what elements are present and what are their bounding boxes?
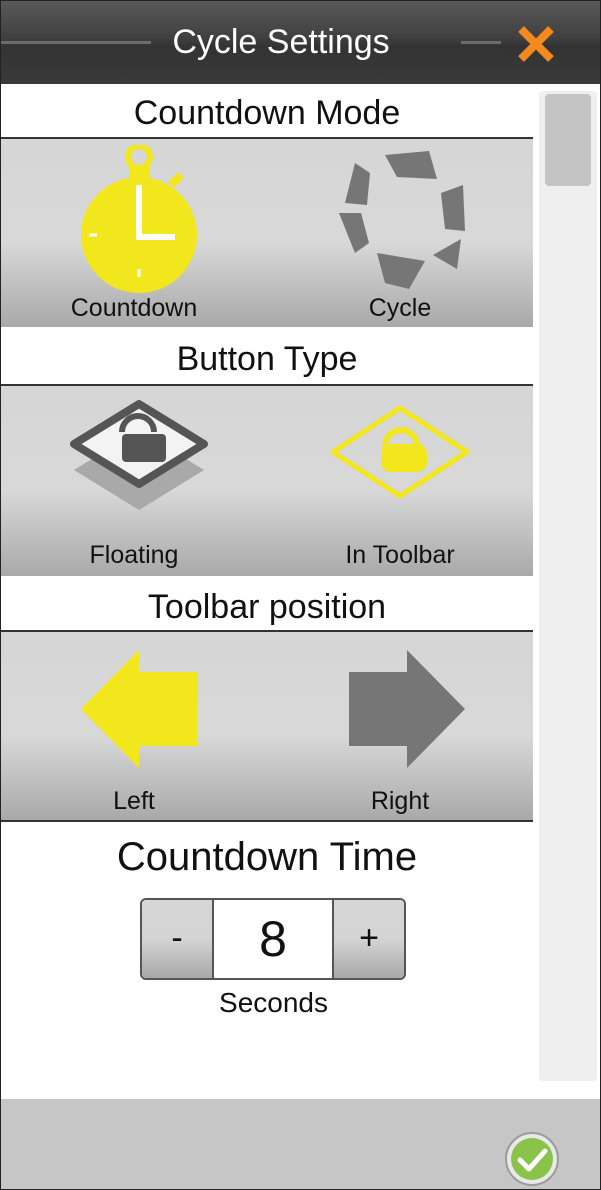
countdown-time-value[interactable]: 8 — [214, 900, 332, 978]
toolbar-position-panel: Left Right — [1, 632, 533, 820]
option-label-countdown: Countdown — [70, 294, 198, 322]
decrement-button[interactable]: - — [142, 900, 214, 978]
section-title-button-type: Button Type — [176, 340, 358, 378]
countdown-time-unit: Seconds — [219, 987, 328, 1018]
ok-button[interactable] — [504, 1131, 560, 1187]
divider — [1, 820, 533, 822]
option-floating[interactable]: Floating — [1, 386, 267, 576]
arrow-left-icon — [81, 650, 197, 768]
cycle-arrows-icon — [339, 151, 465, 289]
floating-lock-icon — [70, 400, 208, 510]
option-label-in-toolbar: In Toolbar — [345, 541, 455, 569]
option-left[interactable]: Left — [1, 632, 267, 820]
increment-button[interactable]: + — [332, 900, 404, 978]
scrollbar-track[interactable] — [539, 91, 597, 1081]
section-title-countdown-time: Countdown Time — [116, 835, 418, 879]
section-title-toolbar-position: Toolbar position — [147, 588, 387, 626]
title-bar: Cycle Settings — [1, 1, 600, 84]
dialog-title: Cycle Settings — [172, 23, 390, 61]
option-label-floating: Floating — [89, 541, 179, 569]
arrow-right-icon — [349, 650, 465, 768]
countdown-time-stepper: - 8 + — [140, 898, 406, 980]
option-countdown[interactable]: Countdown — [1, 139, 267, 327]
scrollbar-thumb[interactable] — [545, 94, 591, 186]
check-circle-icon — [505, 1132, 559, 1186]
button-type-panel: Floating In Toolbar — [1, 386, 533, 576]
toolbar-lock-icon — [330, 405, 470, 499]
close-button[interactable] — [511, 19, 561, 69]
countdown-mode-panel: Countdown Cycle — [1, 139, 533, 327]
settings-dialog: Cycle Settings Countdown Mode Countdown — [0, 0, 601, 1190]
option-right[interactable]: Right — [267, 632, 533, 820]
option-in-toolbar[interactable]: In Toolbar — [267, 386, 533, 576]
option-label-cycle: Cycle — [368, 294, 432, 322]
option-label-right: Right — [370, 787, 430, 815]
option-label-left: Left — [113, 787, 155, 815]
option-cycle[interactable]: Cycle — [267, 139, 533, 327]
section-title-countdown-mode: Countdown Mode — [133, 94, 401, 132]
stopwatch-icon — [81, 145, 197, 293]
close-x-icon — [518, 26, 554, 62]
